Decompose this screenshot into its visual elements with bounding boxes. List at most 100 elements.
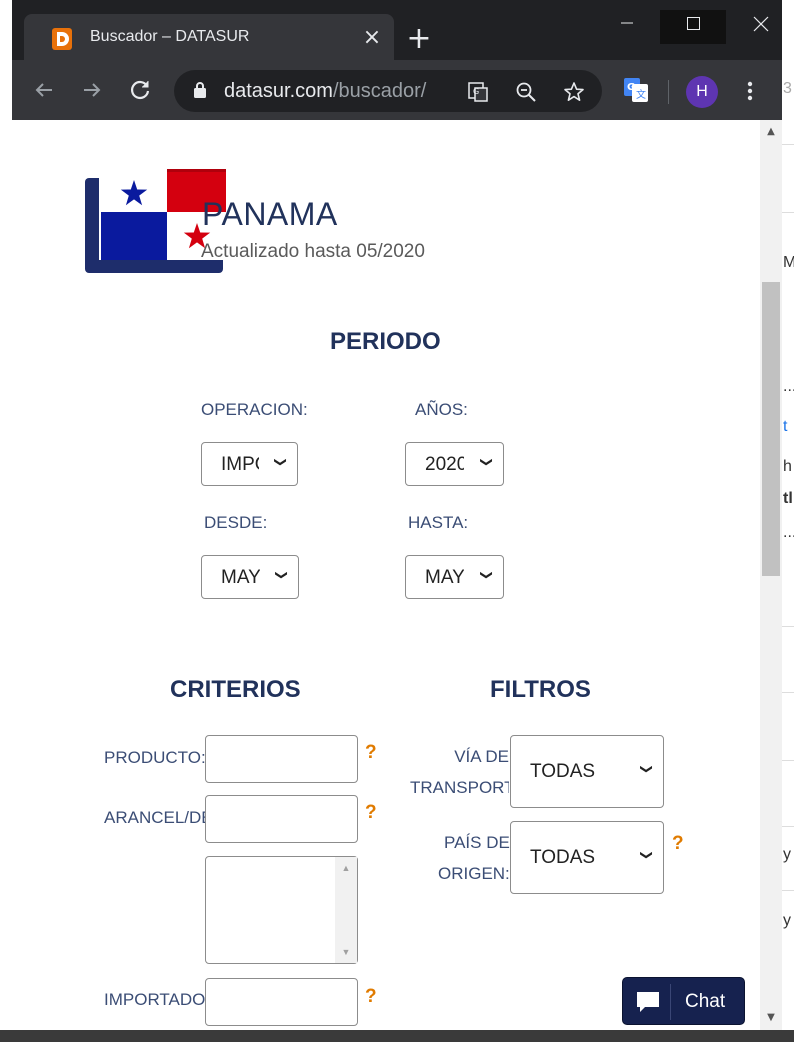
operacion-label: OPERACION: — [201, 400, 308, 419]
background-divider — [782, 144, 794, 145]
chat-label: Chat — [685, 991, 726, 1012]
minimize-icon — [621, 22, 633, 24]
criterios-title: CRITERIOS — [170, 676, 301, 703]
background-text: ... — [783, 524, 794, 541]
menu-dots-icon[interactable] — [740, 76, 760, 106]
importador-help-icon[interactable]: ? — [365, 986, 377, 1008]
scroll-down-arrow-icon[interactable]: ▼ — [760, 1008, 782, 1028]
pais-help-icon[interactable]: ? — [672, 833, 684, 855]
hasta-label: HASTA: — [408, 513, 469, 532]
page-content: PANAMA Actualizado hasta 05/2020 PERIODO… — [12, 120, 760, 1030]
pais-label-line1: PAÍS DE — [444, 833, 510, 852]
operacion-select[interactable]: IMPORTACION ❯ — [201, 442, 298, 486]
pais-origen-select[interactable]: TODAS ❯ — [510, 821, 664, 894]
back-arrow-icon — [35, 83, 52, 97]
star-icon[interactable] — [562, 80, 586, 104]
hasta-value: MAYO — [425, 567, 464, 588]
forward-button[interactable] — [78, 76, 106, 104]
taskbar — [0, 1030, 794, 1042]
anios-select[interactable]: 2020 ❯ — [405, 442, 504, 486]
periodo-title: PERIODO — [330, 328, 441, 355]
close-icon — [753, 16, 769, 32]
desde-label: DESDE: — [204, 513, 268, 532]
toolbar-separator — [668, 80, 669, 104]
back-button[interactable] — [30, 76, 58, 104]
via-label-line1: VÍA DE — [454, 747, 509, 766]
arancel-textarea[interactable]: ▲ ▼ — [205, 856, 358, 964]
filtros-title: FILTROS — [490, 676, 591, 703]
desde-select[interactable]: MAYO ❯ — [201, 555, 299, 599]
background-divider — [782, 626, 794, 627]
hasta-select[interactable]: MAYO ❯ — [405, 555, 504, 599]
page-scrollbar[interactable]: ▲ ▼ — [760, 120, 782, 1030]
new-tab-button[interactable]: + — [404, 24, 434, 54]
url-path: /buscador/ — [332, 80, 427, 102]
importador-label: IMPORTADOR — [104, 990, 205, 1009]
scrollbar-thumb[interactable] — [762, 282, 780, 576]
browser-toolbar: datasur.com/buscador/ G G 文 H — [12, 60, 782, 120]
via-transporte-select[interactable]: TODAS ❯ — [510, 735, 664, 808]
scroll-down-arrow-icon[interactable]: ▼ — [335, 947, 357, 957]
background-window — [782, 0, 794, 1042]
arancel-label-clip: ARANCEL/DESCRIPCION — [104, 808, 205, 828]
reload-icon — [130, 80, 150, 100]
browser-tab[interactable]: Buscador – DATASUR × — [24, 14, 394, 62]
chat-divider — [670, 984, 671, 1020]
via-value: TODAS — [530, 761, 596, 782]
scroll-up-arrow-icon[interactable]: ▲ — [760, 122, 782, 142]
operacion-value: IMPORTACION — [221, 454, 259, 475]
chevron-down-icon: ❯ — [479, 569, 494, 581]
reload-button[interactable] — [126, 76, 154, 104]
arancel-input[interactable] — [205, 795, 358, 843]
importador-input[interactable] — [205, 978, 358, 1026]
background-text: tl — [783, 490, 793, 507]
url-text[interactable]: datasur.com/buscador/ — [224, 80, 426, 103]
browser-titlebar: Buscador – DATASUR × + — [12, 0, 782, 62]
lock-icon — [194, 82, 206, 98]
address-bar[interactable]: datasur.com/buscador/ G — [174, 70, 602, 112]
chat-bubble-icon — [637, 992, 659, 1012]
textarea-scrollbar[interactable]: ▲ ▼ — [335, 857, 357, 963]
scroll-up-arrow-icon[interactable]: ▲ — [335, 863, 357, 873]
chevron-down-icon: ❯ — [639, 849, 654, 861]
url-host: datasur.com — [224, 80, 333, 102]
background-divider — [782, 692, 794, 693]
producto-input[interactable] — [205, 735, 358, 783]
chevron-down-icon: ❯ — [479, 456, 494, 468]
maximize-button[interactable] — [660, 10, 726, 44]
pais-value: TODAS — [530, 847, 596, 868]
svg-text:G: G — [627, 82, 635, 93]
tab-close-icon[interactable]: × — [360, 26, 384, 50]
datasur-favicon-icon — [52, 28, 72, 50]
background-divider — [782, 826, 794, 827]
anios-value: 2020 — [425, 454, 464, 475]
background-text: y — [783, 846, 791, 863]
updated-date: Actualizado hasta 05/2020 — [201, 241, 425, 262]
background-divider — [782, 212, 794, 213]
background-divider — [782, 760, 794, 761]
chat-button[interactable]: Chat — [622, 977, 745, 1025]
profile-avatar[interactable]: H — [686, 76, 718, 108]
anios-label: AÑOS: — [415, 400, 468, 419]
svg-text:G: G — [473, 87, 479, 96]
background-text: h — [783, 458, 792, 475]
via-label-clip: VÍA DE TRANSPORTE: — [394, 747, 509, 807]
producto-label: PRODUCTO: — [104, 748, 206, 767]
zoom-out-icon[interactable] — [514, 80, 538, 104]
background-text: y — [783, 912, 791, 929]
via-label-line2: TRANSPORTE: — [410, 778, 509, 797]
background-text: 3 — [783, 80, 792, 97]
country-title: PANAMA — [202, 196, 338, 232]
pais-label-line2: ORIGEN: — [438, 864, 510, 883]
google-translate-extension-icon[interactable]: G 文 — [624, 78, 648, 102]
chevron-down-icon: ❯ — [639, 763, 654, 775]
background-text: Ma — [783, 254, 794, 271]
close-window-button[interactable] — [728, 10, 794, 44]
minimize-button[interactable] — [594, 10, 660, 44]
translate-icon[interactable]: G — [466, 80, 490, 104]
arancel-help-icon[interactable]: ? — [365, 802, 377, 824]
background-divider — [782, 890, 794, 891]
tab-title: Buscador – DATASUR — [90, 28, 250, 45]
background-text: ... — [783, 378, 794, 395]
producto-help-icon[interactable]: ? — [365, 742, 377, 764]
